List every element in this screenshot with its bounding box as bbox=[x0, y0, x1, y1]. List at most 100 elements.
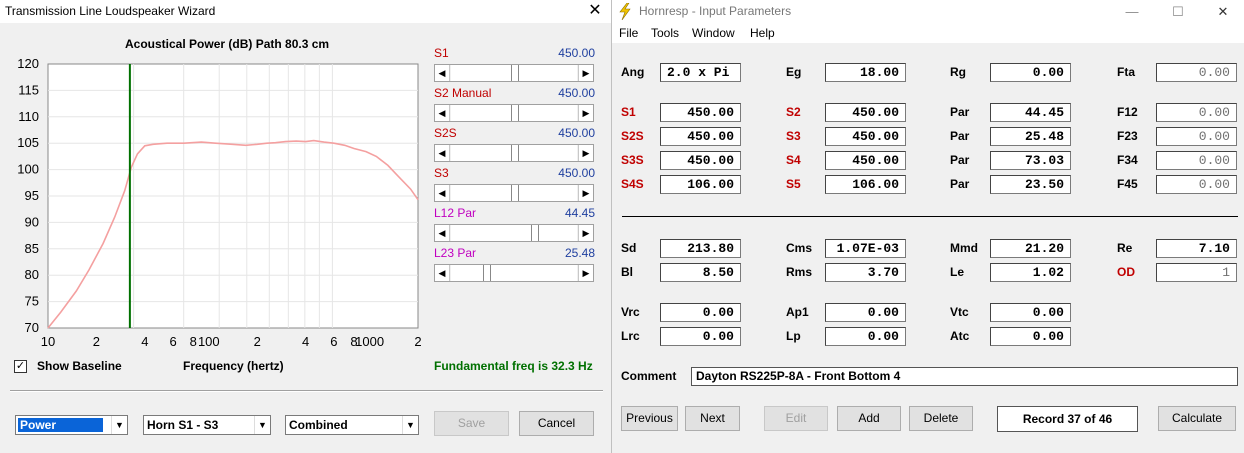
param-scrollbar[interactable]: ◀ ▶ bbox=[434, 224, 594, 242]
chevron-down-icon[interactable]: ▼ bbox=[402, 416, 418, 434]
param-scrollbar[interactable]: ◀ ▶ bbox=[434, 64, 594, 82]
edit-button[interactable]: Edit bbox=[764, 406, 828, 431]
param-field[interactable]: 0.00 bbox=[990, 327, 1071, 346]
chevron-down-icon[interactable]: ▼ bbox=[111, 416, 127, 434]
param-field[interactable]: 2.0 x Pi bbox=[660, 63, 741, 82]
param-field[interactable]: 0.00 bbox=[1156, 103, 1237, 122]
scroll-track[interactable] bbox=[519, 105, 577, 121]
param-scrollbar[interactable]: ◀ ▶ bbox=[434, 184, 594, 202]
scroll-thumb[interactable] bbox=[483, 265, 491, 281]
param-field[interactable]: 450.00 bbox=[825, 103, 906, 122]
scroll-thumb[interactable] bbox=[511, 105, 519, 121]
arrow-right-icon[interactable]: ▶ bbox=[578, 65, 593, 81]
x-tick-label: 8 bbox=[190, 334, 197, 349]
comment-field[interactable]: Dayton RS225P-8A - Front Bottom 4 bbox=[691, 367, 1238, 386]
param-field[interactable]: 0.00 bbox=[825, 303, 906, 322]
arrow-right-icon[interactable]: ▶ bbox=[578, 225, 593, 241]
param-scrollbar[interactable]: ◀ ▶ bbox=[434, 144, 594, 162]
menu-tools[interactable]: Tools bbox=[651, 26, 679, 40]
scroll-thumb[interactable] bbox=[511, 185, 519, 201]
param-field[interactable]: 0.00 bbox=[1156, 63, 1237, 82]
type-select-value: Power bbox=[18, 418, 103, 432]
param-scrollbar[interactable]: ◀ ▶ bbox=[434, 104, 594, 122]
arrow-left-icon[interactable]: ◀ bbox=[435, 265, 450, 281]
param-scrollbar[interactable]: ◀ ▶ bbox=[434, 264, 594, 282]
scroll-track[interactable] bbox=[451, 145, 511, 161]
param-field[interactable]: 7.10 bbox=[1156, 239, 1237, 258]
scroll-thumb[interactable] bbox=[511, 65, 519, 81]
param-field[interactable]: 450.00 bbox=[825, 127, 906, 146]
scroll-track[interactable] bbox=[519, 65, 577, 81]
param-field[interactable]: 1.07E-03 bbox=[825, 239, 906, 258]
calculate-button[interactable]: Calculate bbox=[1158, 406, 1236, 431]
chevron-down-icon[interactable]: ▼ bbox=[254, 416, 270, 434]
param-field[interactable]: 18.00 bbox=[825, 63, 906, 82]
param-field[interactable]: 0.00 bbox=[990, 303, 1071, 322]
param-label: Par bbox=[950, 153, 970, 167]
arrow-right-icon[interactable]: ▶ bbox=[578, 145, 593, 161]
scroll-track[interactable] bbox=[539, 225, 577, 241]
param-field[interactable]: 106.00 bbox=[660, 175, 741, 194]
arrow-right-icon[interactable]: ▶ bbox=[578, 185, 593, 201]
cancel-button[interactable]: Cancel bbox=[519, 411, 594, 436]
mode-select[interactable]: Combined ▼ bbox=[285, 415, 419, 435]
param-field[interactable]: 3.70 bbox=[825, 263, 906, 282]
delete-button[interactable]: Delete bbox=[909, 406, 973, 431]
scroll-thumb[interactable] bbox=[531, 225, 539, 241]
param-field[interactable]: 213.80 bbox=[660, 239, 741, 258]
previous-button[interactable]: Previous bbox=[621, 406, 678, 431]
minimize-icon[interactable]: — bbox=[1122, 2, 1142, 22]
param-field[interactable]: 450.00 bbox=[825, 151, 906, 170]
param-field[interactable]: 450.00 bbox=[660, 103, 741, 122]
y-tick-label: 70 bbox=[25, 320, 39, 335]
scroll-track[interactable] bbox=[451, 185, 511, 201]
menu-window[interactable]: Window bbox=[692, 26, 735, 40]
arrow-right-icon[interactable]: ▶ bbox=[578, 265, 593, 281]
add-button[interactable]: Add bbox=[837, 406, 901, 431]
param-field[interactable]: 0.00 bbox=[660, 327, 741, 346]
close-icon[interactable]: ✕ bbox=[1213, 2, 1233, 22]
param-field[interactable]: 0.00 bbox=[1156, 175, 1237, 194]
arrow-left-icon[interactable]: ◀ bbox=[435, 145, 450, 161]
param-field[interactable]: 0.00 bbox=[660, 303, 741, 322]
param-field[interactable]: 23.50 bbox=[990, 175, 1071, 194]
x-axis-title: Frequency (hertz) bbox=[183, 359, 284, 373]
param-field[interactable]: 8.50 bbox=[660, 263, 741, 282]
scroll-track[interactable] bbox=[451, 265, 483, 281]
scroll-thumb[interactable] bbox=[511, 145, 519, 161]
param-field[interactable]: 21.20 bbox=[990, 239, 1071, 258]
param-field[interactable]: 106.00 bbox=[825, 175, 906, 194]
param-field[interactable]: 73.03 bbox=[990, 151, 1071, 170]
menu-help[interactable]: Help bbox=[750, 26, 775, 40]
param-value: 450.00 bbox=[558, 126, 595, 140]
scroll-track[interactable] bbox=[451, 65, 511, 81]
param-field[interactable]: 450.00 bbox=[660, 151, 741, 170]
arrow-left-icon[interactable]: ◀ bbox=[435, 105, 450, 121]
show-baseline-checkbox[interactable]: ✓ bbox=[14, 360, 27, 373]
param-field[interactable]: 0.00 bbox=[990, 63, 1071, 82]
param-field[interactable]: 25.48 bbox=[990, 127, 1071, 146]
scroll-track[interactable] bbox=[519, 145, 577, 161]
next-button[interactable]: Next bbox=[685, 406, 740, 431]
arrow-right-icon[interactable]: ▶ bbox=[578, 105, 593, 121]
param-field[interactable]: 1 bbox=[1156, 263, 1237, 282]
param-field[interactable]: 0.00 bbox=[1156, 151, 1237, 170]
horn-select[interactable]: Horn S1 - S3 ▼ bbox=[143, 415, 271, 435]
close-icon[interactable]: ✕ bbox=[585, 1, 605, 21]
scroll-track[interactable] bbox=[451, 105, 511, 121]
save-button[interactable]: Save bbox=[434, 411, 509, 436]
menu-file[interactable]: File bbox=[619, 26, 638, 40]
scroll-track[interactable] bbox=[519, 185, 577, 201]
arrow-left-icon[interactable]: ◀ bbox=[435, 225, 450, 241]
param-field[interactable]: 450.00 bbox=[660, 127, 741, 146]
scroll-track[interactable] bbox=[491, 265, 577, 281]
param-field[interactable]: 44.45 bbox=[990, 103, 1071, 122]
maximize-icon[interactable]: ☐ bbox=[1168, 2, 1188, 22]
param-field[interactable]: 1.02 bbox=[990, 263, 1071, 282]
arrow-left-icon[interactable]: ◀ bbox=[435, 65, 450, 81]
type-select[interactable]: Power ▼ bbox=[15, 415, 128, 435]
scroll-track[interactable] bbox=[451, 225, 531, 241]
param-field[interactable]: 0.00 bbox=[825, 327, 906, 346]
arrow-left-icon[interactable]: ◀ bbox=[435, 185, 450, 201]
param-field[interactable]: 0.00 bbox=[1156, 127, 1237, 146]
